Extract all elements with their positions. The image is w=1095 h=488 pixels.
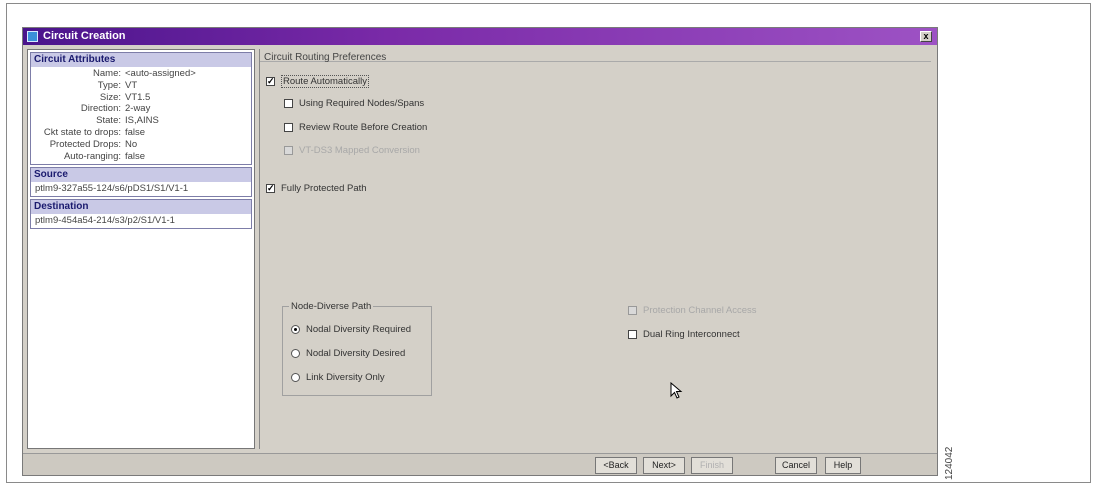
app-icon [27, 31, 38, 42]
checkbox-icon [284, 99, 293, 108]
fully-protected-path-checkbox[interactable]: ✓ Fully Protected Path [266, 183, 367, 194]
attr-row-ckt-state: Ckt state to drops: false [43, 126, 146, 138]
attr-row-size: Size: VT1.5 [99, 91, 151, 103]
checkbox-checked-icon: ✓ [266, 183, 275, 193]
window-title: Circuit Creation [43, 30, 126, 42]
attr-row-direction: Direction: 2-way [80, 103, 151, 115]
attr-row-protected-drops: Protected Drops: No [49, 138, 138, 150]
title-bar: Circuit Creation x [23, 28, 937, 45]
close-button[interactable]: x [920, 31, 932, 42]
attr-row-name: Name: <auto-assigned> [93, 68, 196, 79]
node-diverse-path-title: Node-Diverse Path [289, 301, 374, 312]
checkbox-icon [628, 306, 637, 315]
radio-icon [291, 349, 300, 358]
next-button[interactable]: Next> [643, 457, 685, 474]
destination-section: Destination ptlm9-454a54-214/s3/p2/S1/V1… [30, 199, 252, 230]
section-title-source: Source [31, 168, 251, 183]
checkbox-icon [284, 146, 293, 155]
source-section: Source ptlm9-327a55-124/s6/pDS1/S1/V1-1 [30, 167, 252, 198]
protection-channel-access-checkbox: Protection Channel Access [628, 305, 757, 316]
routing-preferences-panel: Circuit Routing Preferences ✓ Route Auto… [259, 49, 931, 449]
attributes-panel: Circuit Attributes Name: <auto-assigned> … [27, 49, 255, 449]
attr-row-state: State: IS,AINS [96, 115, 159, 127]
finish-button: Finish [691, 457, 733, 474]
cancel-button[interactable]: Cancel [775, 457, 817, 474]
radio-nodal-diversity-required[interactable]: Nodal Diversity Required [291, 324, 411, 335]
radio-selected-icon [291, 325, 300, 334]
source-path: ptlm9-327a55-124/s6/pDS1/S1/V1-1 [35, 183, 189, 195]
radio-link-diversity-only[interactable]: Link Diversity Only [291, 372, 385, 383]
circuit-attributes-section: Circuit Attributes Name: <auto-assigned> … [30, 52, 252, 166]
button-bar: <Back Next> Finish Cancel Help [23, 453, 937, 475]
route-automatically-checkbox[interactable]: ✓ Route Automatically [266, 75, 369, 88]
radio-nodal-diversity-desired[interactable]: Nodal Diversity Desired [291, 348, 405, 359]
review-route-checkbox[interactable]: Review Route Before Creation [284, 122, 427, 133]
arrow-cursor-icon [670, 382, 683, 399]
radio-icon [291, 373, 300, 382]
checkbox-checked-icon: ✓ [266, 76, 275, 86]
preferences-header: Circuit Routing Preferences [260, 49, 931, 63]
destination-path: ptlm9-454a54-214/s3/p2/S1/V1-1 [35, 215, 175, 227]
section-title-attributes: Circuit Attributes [31, 53, 251, 67]
dual-ring-interconnect-checkbox[interactable]: Dual Ring Interconnect [628, 329, 740, 340]
figure-number: 124042 [944, 446, 955, 480]
attr-row-auto-ranging: Auto-ranging: false [63, 150, 146, 162]
attr-row-type: Type: VT [97, 79, 138, 91]
checkbox-icon [284, 123, 293, 132]
vt-ds3-mapped-checkbox: VT-DS3 Mapped Conversion [284, 145, 420, 156]
help-button[interactable]: Help [825, 457, 861, 474]
circuit-creation-window: Circuit Creation x Circuit Attributes Na… [22, 27, 938, 476]
checkbox-icon [628, 330, 637, 339]
using-required-nodes-checkbox[interactable]: Using Required Nodes/Spans [284, 98, 424, 109]
section-title-destination: Destination [31, 200, 251, 215]
node-diverse-path-group: Node-Diverse Path Nodal Diversity Requir… [282, 301, 432, 396]
back-button[interactable]: <Back [595, 457, 637, 474]
